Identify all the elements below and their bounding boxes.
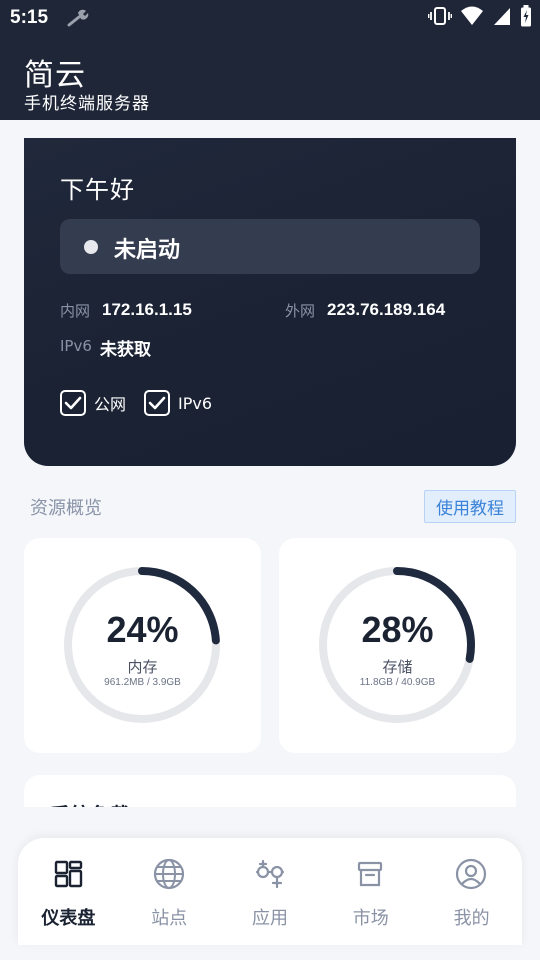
- status-dot-icon: [84, 240, 98, 254]
- status-bar: 5:15: [0, 0, 540, 36]
- checkbox-checked-icon: [144, 390, 170, 416]
- server-status-card: 下午好 未启动 内网 172.16.1.15 外网 223.76.189.164…: [24, 138, 516, 466]
- status-time: 5:15: [10, 7, 49, 28]
- app-bar: 简云 手机终端服务器: [0, 36, 540, 120]
- app-subtitle: 手机终端服务器: [24, 94, 150, 114]
- dashboard-icon: [54, 860, 83, 888]
- app-title: 简云: [24, 58, 86, 93]
- tutorial-button[interactable]: 使用教程: [424, 490, 516, 523]
- intranet-ip: 172.16.1.15: [102, 300, 192, 319]
- nav-apps[interactable]: 应用: [220, 838, 321, 945]
- system-load-title: 系统负载: [50, 799, 130, 807]
- memory-detail: 961.2MB / 3.9GB: [104, 677, 181, 688]
- nav-dashboard-label: 仪表盘: [41, 908, 96, 929]
- public-label: 外网: [285, 302, 316, 320]
- checkbox-checked-icon: [60, 390, 86, 416]
- wifi-icon: [460, 6, 484, 30]
- signal-icon: [492, 6, 512, 30]
- nav-sites[interactable]: 站点: [119, 838, 220, 945]
- storage-card[interactable]: 28% 存储 11.8GB / 40.9GB: [279, 538, 516, 753]
- nav-market[interactable]: 市场: [320, 838, 421, 945]
- memory-label: 内存: [127, 658, 158, 676]
- ipv6-label: IPv6: [60, 337, 92, 355]
- nav-sites-label: 站点: [151, 908, 188, 929]
- wrench-icon: [66, 8, 90, 32]
- battery-icon: [520, 5, 532, 31]
- storage-detail: 11.8GB / 40.9GB: [359, 677, 436, 688]
- public-network-checkbox[interactable]: 公网: [60, 390, 126, 416]
- nav-apps-label: 应用: [251, 908, 288, 929]
- storage-percent: 28%: [361, 609, 434, 650]
- intranet-label: 内网: [60, 302, 91, 320]
- greeting: 下午好: [60, 176, 135, 204]
- market-box-icon: [358, 861, 383, 887]
- memory-percent: 24%: [106, 609, 179, 650]
- memory-card[interactable]: 24% 内存 961.2MB / 3.9GB: [24, 538, 261, 753]
- status-icons: [427, 5, 532, 31]
- public-ip: 223.76.189.164: [327, 300, 446, 319]
- vibrate-icon: [427, 6, 453, 30]
- resource-overview-title: 资源概览: [30, 498, 102, 519]
- nav-market-label: 市场: [352, 908, 389, 929]
- server-status-pill[interactable]: 未启动: [60, 219, 480, 274]
- server-status-text: 未启动: [114, 238, 181, 263]
- ipv6-value: 未获取: [100, 340, 151, 360]
- system-load-card[interactable]: 系统负载: [24, 775, 516, 807]
- public-network-label: 公网: [94, 395, 127, 414]
- nav-dashboard[interactable]: 仪表盘: [18, 838, 119, 945]
- apps-icon: [255, 859, 284, 889]
- bottom-nav: 仪表盘 站点 应用 市场 我的: [18, 838, 522, 945]
- nav-profile[interactable]: 我的: [421, 838, 522, 945]
- nav-profile-label: 我的: [453, 908, 490, 929]
- ipv6-option-label: IPv6: [178, 393, 213, 413]
- ipv6-checkbox[interactable]: IPv6: [144, 390, 212, 416]
- profile-icon: [456, 858, 487, 890]
- globe-icon: [153, 858, 184, 890]
- storage-label: 存储: [382, 658, 413, 676]
